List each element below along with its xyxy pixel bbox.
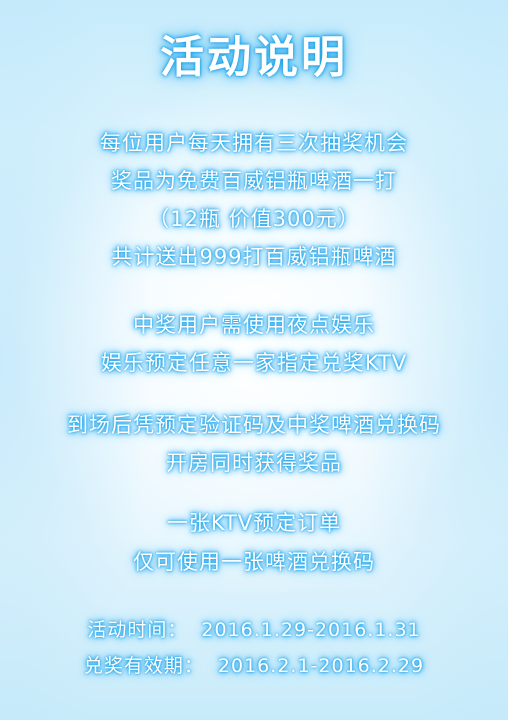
rule-line-redeem-codes: 到场后凭预定验证码及中奖啤酒兑换码 xyxy=(67,413,441,437)
activity-info-page: 活动说明 每位用户每天拥有三次抽奖机会 奖品为免费百威铝瓶啤酒一打 （12瓶 价… xyxy=(0,0,508,720)
rule-line-one-code: 仅可使用一张啤酒兑换码 xyxy=(133,550,375,574)
rule-line-one-order: 一张KTV预定订单 xyxy=(166,511,342,535)
activity-period-label: 活动时间： xyxy=(87,619,188,641)
rule-line-prize-value: （12瓶 价值300元） xyxy=(148,207,360,231)
rule-line-draw-chances: 每位用户每天拥有三次抽奖机会 xyxy=(100,131,408,155)
redeem-period-value: 2016.2.1-2016.2.29 xyxy=(217,655,425,677)
redeem-period: 兑奖有效期： 2016.2.1-2016.2.29 xyxy=(0,652,508,680)
rule-line-ktv-booking: 娱乐预定任意一家指定兑奖KTV xyxy=(100,351,408,375)
activity-period-value: 2016.1.29-2016.1.31 xyxy=(201,619,421,641)
rule-line-winner-requirement: 中奖用户需使用夜点娱乐 xyxy=(133,313,375,337)
rule-line-prize: 奖品为免费百威铝瓶啤酒一打 xyxy=(111,169,397,193)
page-title: 活动说明 xyxy=(160,32,348,83)
rule-line-total: 共计送出999打百威铝瓶啤酒 xyxy=(111,245,397,269)
rule-line-get-prize: 开房同时获得奖品 xyxy=(166,451,342,475)
redeem-period-label: 兑奖有效期： xyxy=(83,655,204,677)
activity-period: 活动时间： 2016.1.29-2016.1.31 xyxy=(0,616,508,644)
